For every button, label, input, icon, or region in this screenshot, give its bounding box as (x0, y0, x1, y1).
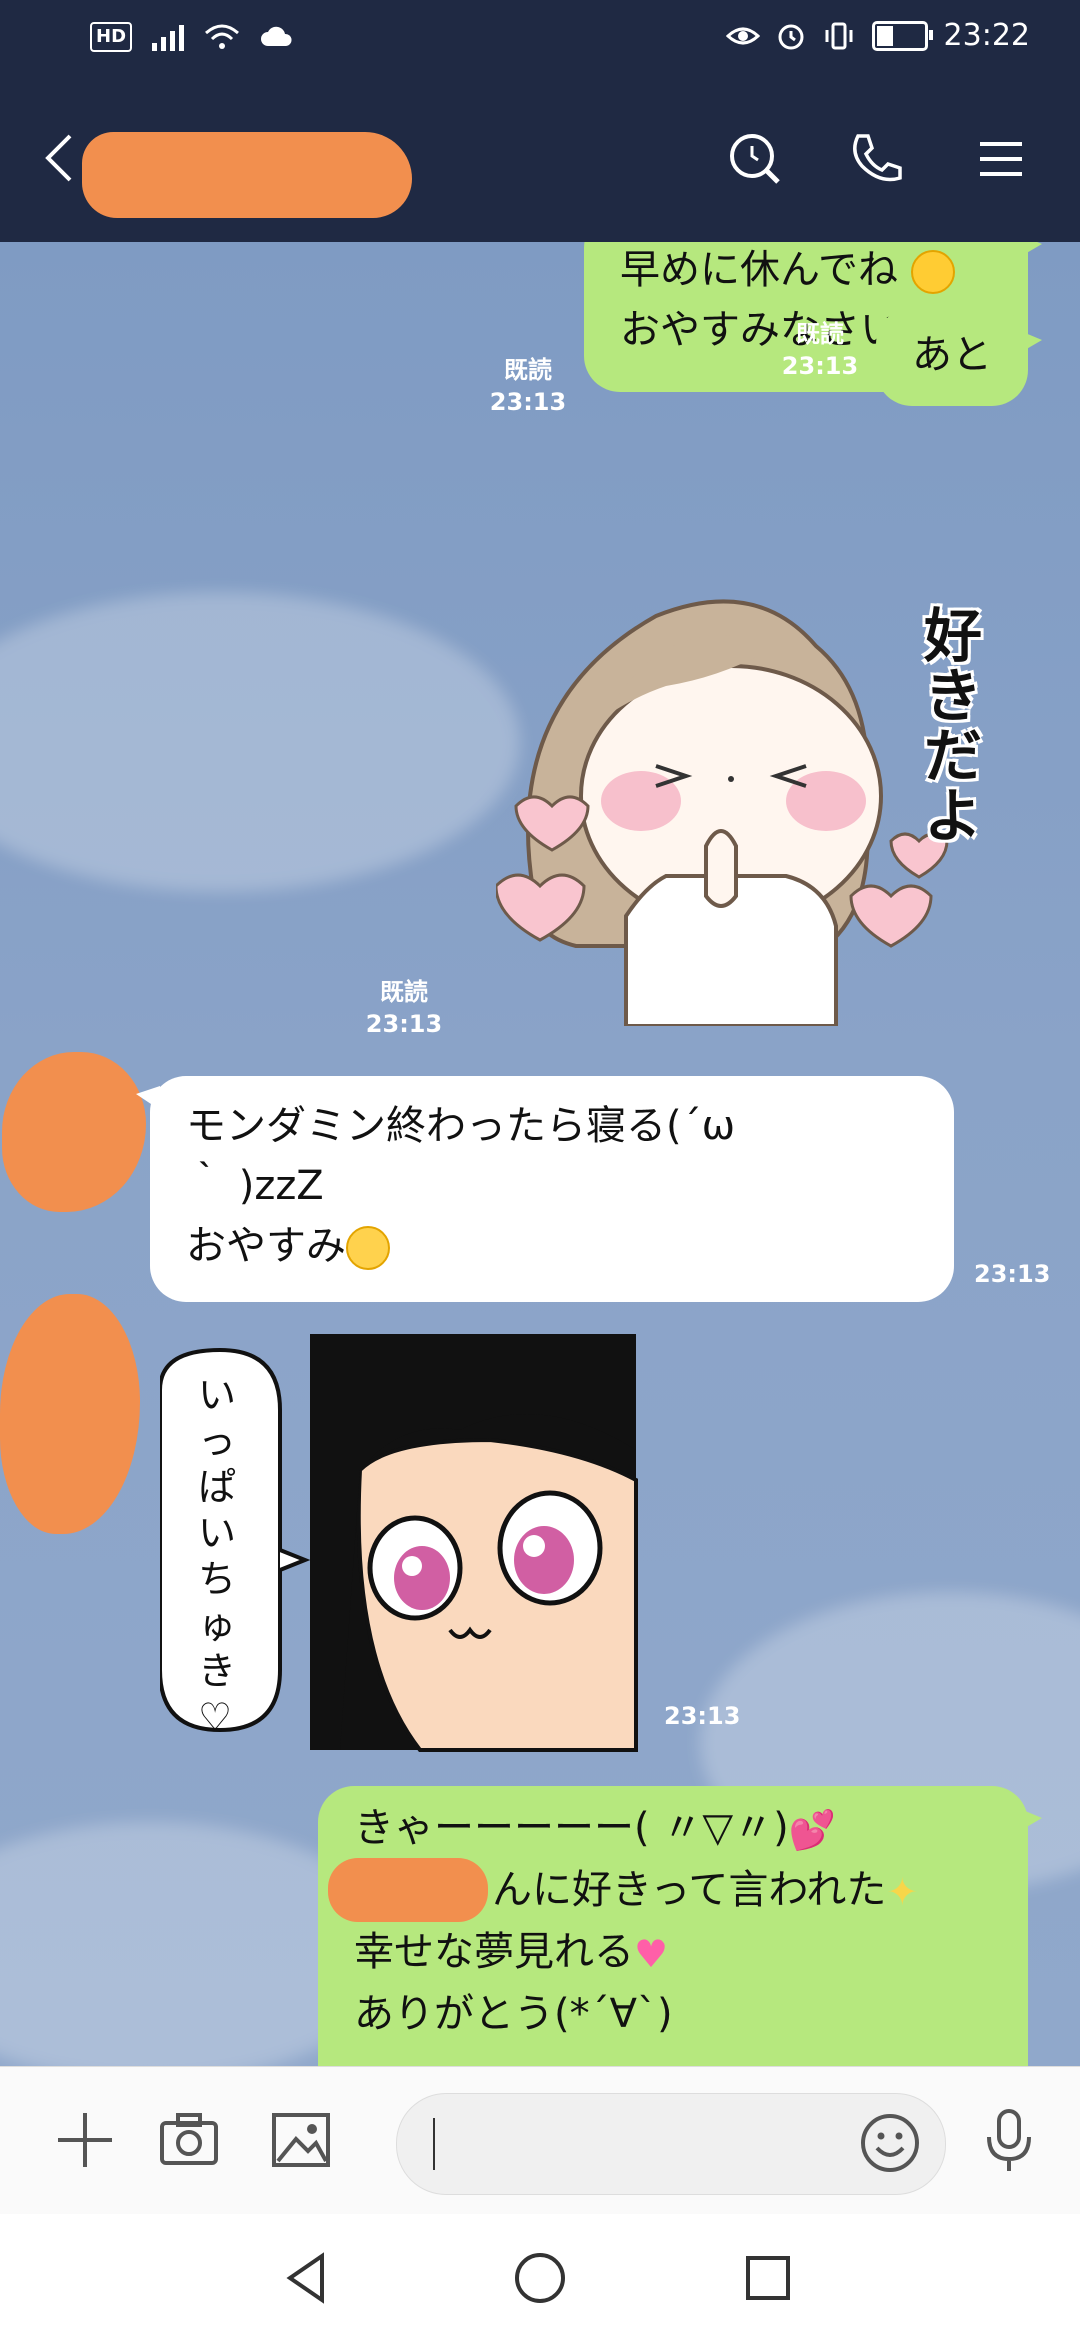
message-line: モンダミン終わったら寝る(´ω (186, 1103, 736, 1149)
grinning-face-icon (910, 250, 955, 294)
message-line: ありがとう(*´∀`) (354, 1991, 673, 2037)
chat-header (0, 80, 1080, 242)
cloud-icon (261, 26, 292, 46)
message-meta: 既読 23:13 (488, 354, 568, 418)
status-time: 23:22 (943, 18, 1030, 53)
message-text: あと (912, 332, 992, 378)
microphone-icon[interactable] (974, 2105, 1044, 2175)
message-line: ｀ )zzZ (186, 1163, 324, 1209)
emoji-icon[interactable] (855, 2108, 925, 2178)
text-caret (433, 2118, 435, 2170)
message-line: 幸せな夢見れる (354, 1929, 634, 1975)
system-nav-bar (0, 2214, 1080, 2340)
incoming-message[interactable]: モンダミン終わったら寝る(´ω ｀ )zzZ おやすみ (136, 1076, 954, 1302)
hd-indicator: HD (90, 22, 133, 52)
two-hearts-icon: 💕 (788, 1808, 837, 1852)
message-time: 23:13 (781, 352, 859, 380)
alarm-icon (778, 24, 804, 49)
image-icon[interactable] (266, 2105, 336, 2175)
message-time: 23:13 (974, 1260, 1051, 1288)
read-receipt: 既読 (380, 978, 428, 1006)
read-receipt: 既読 (504, 356, 552, 384)
signal-icon (152, 23, 185, 51)
sleeping-face-icon (346, 1226, 390, 1270)
wifi-icon (205, 24, 240, 49)
sparkling-heart-icon: ♥ (634, 1932, 669, 1976)
message-line: おやすみ (186, 1223, 346, 1269)
read-receipt: 既読 (796, 320, 844, 348)
outgoing-message[interactable]: あと (876, 308, 1042, 406)
battery-icon (871, 20, 933, 51)
menu-icon[interactable] (966, 124, 1036, 194)
message-time: 23:13 (365, 1010, 443, 1038)
message-input[interactable] (396, 2093, 946, 2195)
sticker-girl-suki[interactable]: 好きだよ (494, 586, 1016, 1028)
message-line: きゃーーーーー( 〃▽〃) (354, 1805, 789, 1851)
sticker-caption: 好きだよ (924, 602, 983, 850)
chat-area[interactable]: 早めに休んでね おやすみなさい 既読 23:13 あと 既読 23:13 好きだ… (0, 242, 1080, 2066)
contact-name-redacted[interactable] (82, 132, 412, 218)
plus-icon[interactable] (50, 2105, 120, 2175)
message-line: 早めに休んでね (620, 247, 898, 293)
sparkles-icon: ✦ (886, 1870, 919, 1914)
message-time: 23:13 (664, 1702, 741, 1730)
outgoing-message[interactable]: きゃーーーーー( 〃▽〃)💕 んに好きって言われた✦ 幸せな夢見れる♥ ありがと… (318, 1786, 1042, 2066)
background-cloud (0, 592, 520, 892)
status-bar: HD 23:22 (0, 0, 1080, 80)
message-meta: 既読 23:13 (780, 318, 860, 382)
nav-back-icon[interactable] (278, 2248, 338, 2308)
sticker-caption: いっぱいちゅき♡ (198, 1373, 237, 1739)
message-meta: 既読 23:13 (364, 976, 444, 1040)
sticker-popteam-girl[interactable]: いっぱいちゅき♡ (158, 1330, 640, 1754)
search-icon[interactable] (720, 124, 790, 194)
sender-avatar-redacted[interactable] (2, 1052, 146, 1212)
message-time: 23:13 (489, 388, 567, 416)
input-bar (0, 2066, 1080, 2215)
camera-icon[interactable] (154, 2105, 224, 2175)
eye-icon (725, 27, 760, 44)
message-line: んに好きって言われた (492, 1867, 887, 1913)
phone-icon[interactable] (840, 124, 910, 194)
name-redaction (328, 1858, 488, 1922)
nav-home-icon[interactable] (510, 2248, 570, 2308)
nav-recents-icon[interactable] (738, 2248, 798, 2308)
back-icon[interactable] (40, 132, 80, 184)
vibrate-icon (825, 22, 853, 49)
sender-avatar-redacted[interactable] (0, 1294, 140, 1534)
